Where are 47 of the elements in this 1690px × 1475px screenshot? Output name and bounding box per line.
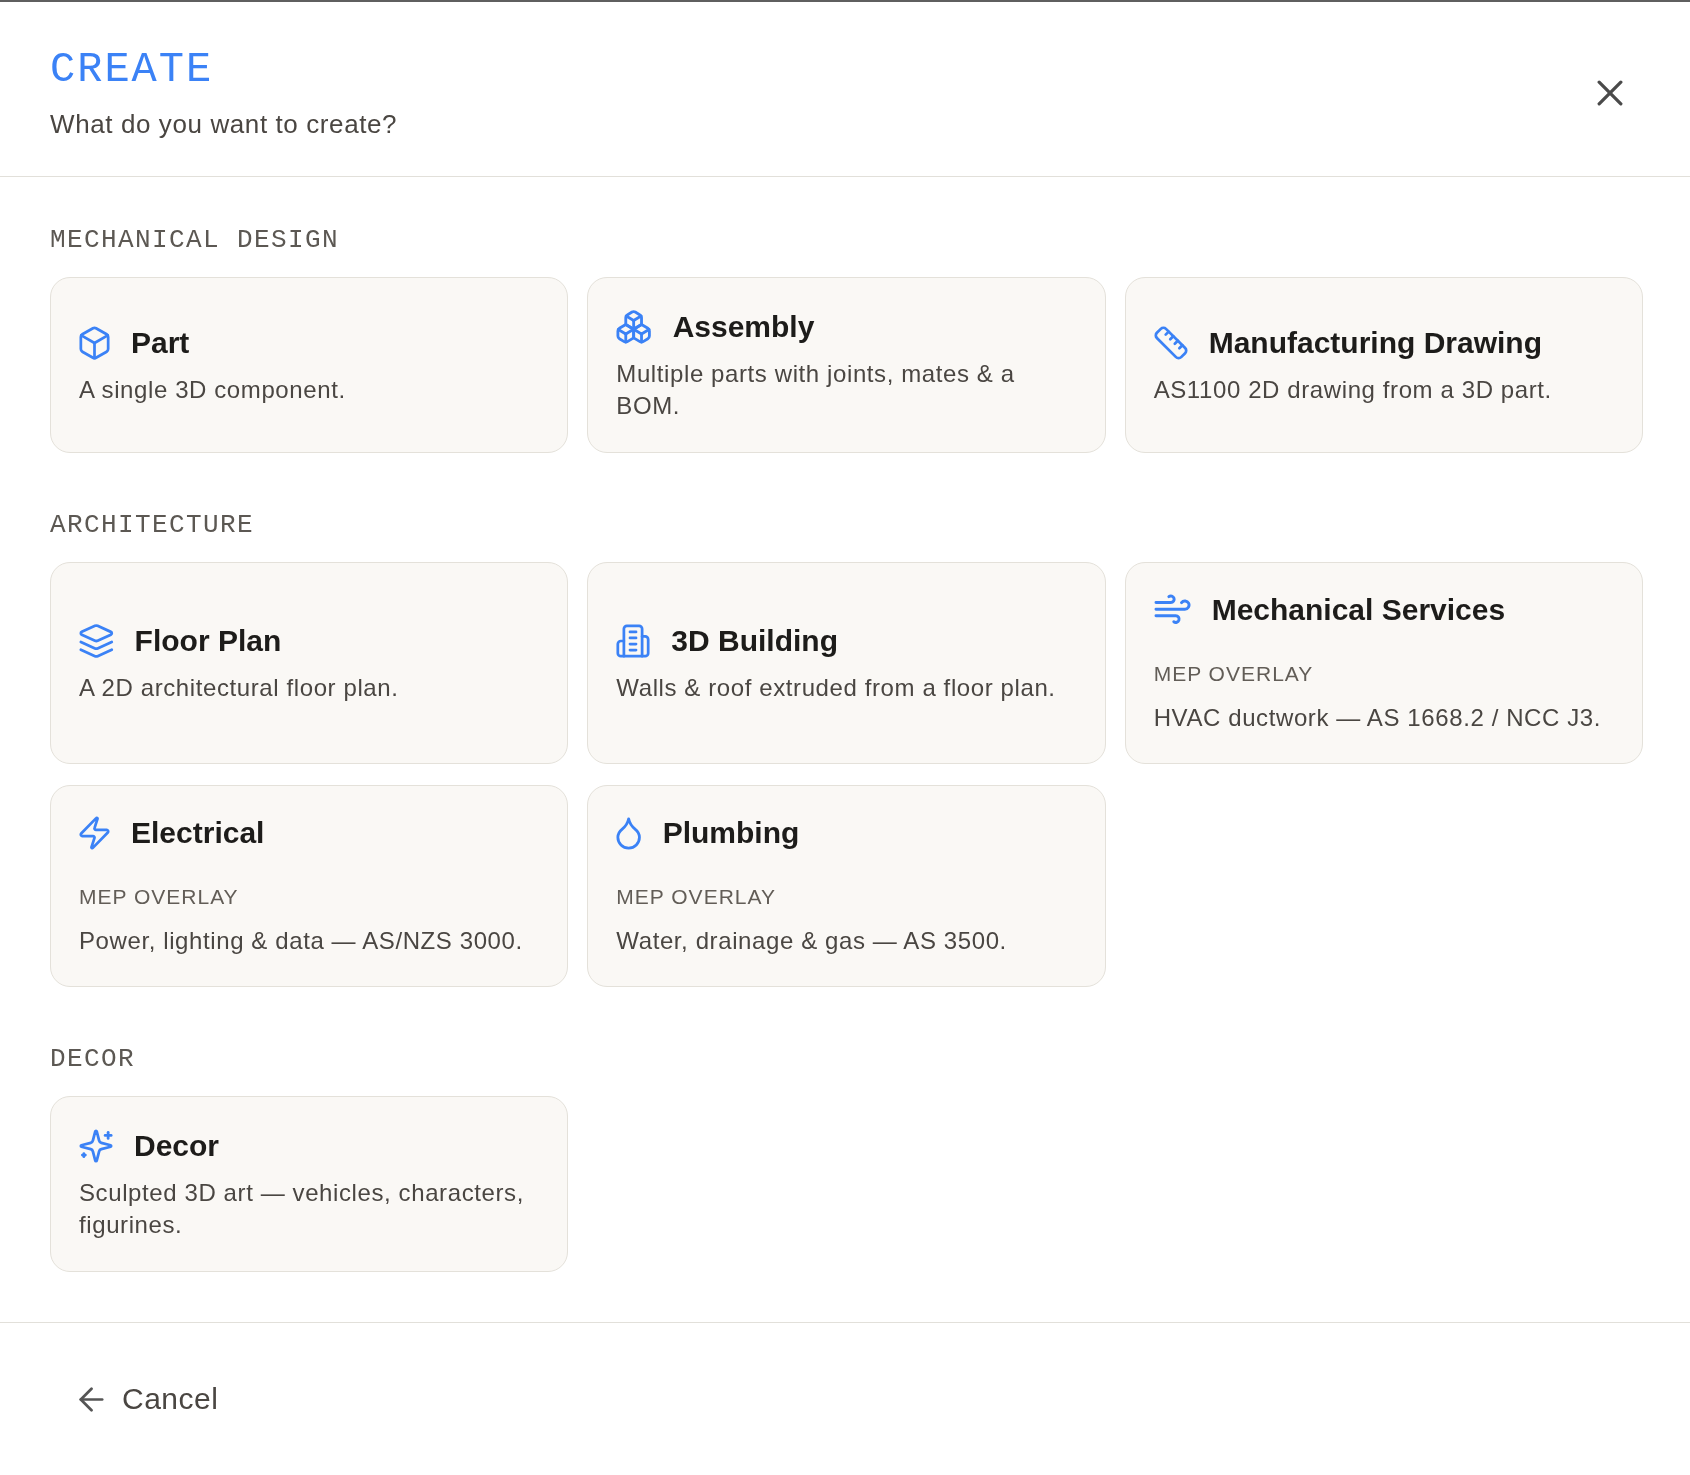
option-title: Plumbing (662, 815, 800, 851)
section-heading: MECHANICAL DESIGN (50, 224, 340, 256)
option-description: Multiple parts with joints, mates & a BOM. (616, 358, 1016, 421)
overlay-label: MEP OVERLAY (1153, 661, 1314, 687)
option-title: Decor (134, 1127, 220, 1164)
option-title: 3D Building (671, 622, 838, 659)
option-title: Floor Plan (134, 622, 282, 659)
cube-icon (79, 325, 110, 360)
option-title: Mechanical Services (1211, 592, 1506, 628)
cancel-button[interactable]: Cancel (79, 1381, 219, 1417)
option-card[interactable]: Manufacturing Drawing AS1100 2D drawing from a 3D part. (1124, 277, 1643, 453)
option-title: Electrical (131, 815, 265, 851)
option-description: HVAC ductwork — AS 1668.2 / NCC J3. (1153, 703, 1602, 733)
section-heading: ARCHITECTURE (50, 509, 255, 541)
lightning-bolt-icon (79, 816, 110, 850)
close-button[interactable] (1597, 80, 1623, 106)
droplet-icon (616, 816, 642, 850)
wind-icon (1153, 593, 1191, 627)
option-card[interactable]: Mechanical Services MEP OVERLAY HVAC ductwork — AS 1668.2 / NCC J3. (1124, 562, 1643, 764)
building-icon (616, 623, 651, 658)
option-card[interactable]: Floor Plan A 2D architectural floor plan. (50, 562, 569, 764)
section-heading: DECOR (50, 1043, 135, 1075)
option-title: Part (131, 324, 190, 361)
dialog-title: CREATE (50, 46, 214, 94)
option-card[interactable]: Plumbing MEP OVERLAY Water, drainage & gas — AS 3500. (587, 785, 1106, 987)
ruler-icon (1153, 325, 1188, 360)
option-description: Power, lighting & data — AS/NZS 3000. (79, 926, 523, 956)
option-card[interactable]: Decor Sculpted 3D art — vehicles, characters, figurines. (50, 1096, 569, 1272)
option-card[interactable]: Electrical MEP OVERLAY Power, lighting & data — AS/NZS 3000. (50, 785, 569, 987)
option-description: A single 3D component. (79, 374, 346, 405)
option-description: AS1100 2D drawing from a 3D part. (1153, 374, 1552, 405)
option-description: Water, drainage & gas — AS 3500. (616, 926, 1007, 956)
sparkles-icon (79, 1128, 113, 1163)
dialog-subtitle: What do you want to create? (50, 108, 398, 140)
overlay-label: MEP OVERLAY (79, 884, 239, 910)
stacked-cubes-icon (616, 309, 652, 344)
overlay-label: MEP OVERLAY (616, 884, 776, 910)
option-title: Assembly (672, 308, 815, 345)
layers-icon (79, 623, 114, 658)
option-card[interactable]: Part A single 3D component. (50, 277, 569, 453)
option-title: Manufacturing Drawing (1208, 324, 1542, 361)
option-description: Sculpted 3D art — vehicles, characters, figurines. (79, 1177, 525, 1240)
option-description: Walls & roof extruded from a floor plan. (616, 672, 1056, 703)
option-description: A 2D architectural floor plan. (79, 672, 399, 703)
option-card[interactable]: 3D Building Walls & roof extruded from a floor plan. (587, 562, 1106, 764)
option-card[interactable]: Assembly Multiple parts with joints, mates & a BOM. (587, 277, 1106, 453)
close-icon (1597, 80, 1623, 106)
